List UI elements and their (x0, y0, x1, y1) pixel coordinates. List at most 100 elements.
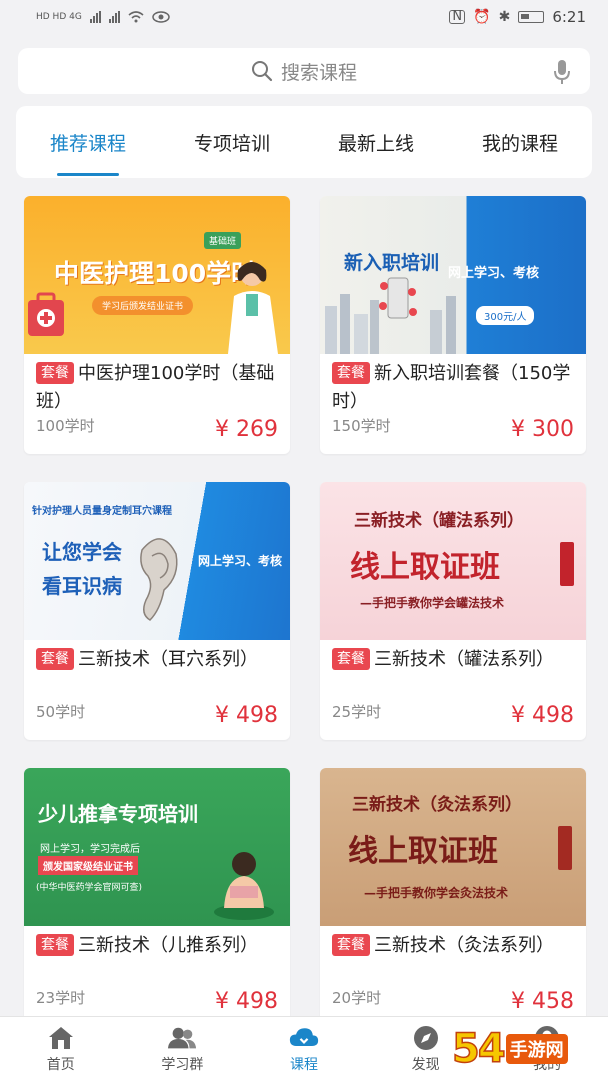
first-aid-kit-icon (28, 292, 64, 336)
search-icon (251, 61, 273, 82)
thumb-sub: 网上学习、考核 (198, 554, 283, 568)
course-title: 套餐 三新技术（儿推系列） (24, 926, 290, 986)
watermark-number: 54 (451, 1025, 506, 1073)
thumb-line-2: 线上取证班 (350, 550, 500, 585)
thumb-price-tag: 300元/人 (476, 306, 535, 325)
eye-icon (152, 11, 170, 23)
course-price: ¥ 498 (215, 703, 278, 728)
course-thumbnail: 基础班 中医护理100学时 学习后颁发结业证书 (24, 196, 290, 354)
course-title: 套餐 新入职培训套餐（150学时） (320, 354, 586, 414)
nav-study-group-label: 学习群 (161, 1056, 204, 1073)
bluetooth-icon: ✱ (498, 9, 511, 25)
course-grid: 基础班 中医护理100学时 学习后颁发结业证书 套餐 中医护理100学时（基础班）… (24, 196, 586, 1026)
signal-icon-2 (108, 11, 120, 23)
course-price: ¥ 458 (511, 989, 574, 1014)
tab-special-training[interactable]: 专项培训 (190, 123, 274, 162)
package-badge: 套餐 (332, 934, 370, 956)
course-thumbnail: 三新技术（罐法系列） 线上取证班 —手把手教你学会罐法技术 (320, 482, 586, 640)
thumb-tag: 基础班 (204, 232, 242, 249)
thumb-top: 针对护理人员量身定制耳穴课程 (32, 506, 172, 517)
thumb-line-1: 三新技术（灸法系列） (352, 795, 522, 815)
nfc-icon: N (449, 10, 466, 24)
wifi-icon (128, 11, 144, 23)
course-thumbnail: 新入职培训 网上学习、考核 300元/人 (320, 196, 586, 354)
course-card[interactable]: 针对护理人员量身定制耳穴课程 让您学会 看耳识病 网上学习、考核 套餐 三新技术（… (24, 482, 290, 740)
thumb-line-1: 让您学会 (42, 540, 122, 564)
thumb-sub-2: 颁发国家级结业证书 (38, 856, 138, 875)
course-hours: 20学时 (332, 989, 382, 1007)
thumb-sub-1: 网上学习，学习完成后 (40, 844, 140, 855)
status-right: N ⏰ ✱ 6:21 (449, 8, 586, 26)
watermark-text: 手游网 (505, 1034, 568, 1064)
course-hours: 150学时 (332, 417, 391, 435)
course-thumbnail: 少儿推拿专项培训 网上学习，学习完成后 颁发国家级结业证书 (中华中医药学会官网… (24, 768, 290, 926)
alarm-icon: ⏰ (473, 9, 491, 25)
thumb-line-2: 线上取证班 (348, 834, 498, 869)
course-hours: 25学时 (332, 703, 382, 721)
package-badge: 套餐 (36, 648, 74, 670)
network-label: HD HD 4G (36, 12, 82, 22)
course-title: 套餐 三新技术（灸法系列） (320, 926, 586, 986)
nurse-illustration (228, 262, 278, 354)
package-badge: 套餐 (332, 362, 370, 384)
child-massage-illustration (214, 852, 274, 920)
thumb-sub: 网上学习、考核 (448, 266, 540, 281)
search-field[interactable]: 搜索课程 (251, 58, 357, 85)
nav-home[interactable]: 首页 (0, 1017, 122, 1080)
nav-home-label: 首页 (46, 1056, 75, 1073)
course-card[interactable]: 新入职培训 网上学习、考核 300元/人 套餐 新入职培训套餐（150学时） 15… (320, 196, 586, 454)
thumb-line-1: 三新技术（罐法系列） (354, 511, 524, 531)
thumb-sub: 学习后颁发结业证书 (92, 296, 194, 315)
red-seal-mark (558, 826, 572, 870)
thumb-line-3: —手把手教你学会灸法技术 (364, 886, 509, 900)
battery-icon (518, 11, 545, 23)
course-card[interactable]: 少儿推拿专项培训 网上学习，学习完成后 颁发国家级结业证书 (中华中医药学会官网… (24, 768, 290, 1026)
course-title-text: 三新技术（儿推系列） (78, 935, 258, 956)
course-thumbnail: 三新技术（灸法系列） 线上取证班 —手把手教你学会灸法技术 (320, 768, 586, 926)
status-left: HD HD 4G (36, 11, 170, 23)
category-tabs: 推荐课程 专项培训 最新上线 我的课程 (16, 106, 592, 178)
course-price: ¥ 269 (215, 417, 278, 442)
search-bar[interactable]: 搜索课程 (18, 48, 590, 94)
course-title: 套餐 中医护理100学时（基础班） (24, 354, 290, 414)
package-badge: 套餐 (36, 362, 74, 384)
search-placeholder: 搜索课程 (280, 61, 357, 84)
compass-icon (411, 1024, 441, 1052)
package-badge: 套餐 (332, 648, 370, 670)
red-seal-mark (560, 542, 574, 586)
microphone-icon[interactable] (552, 58, 572, 86)
thumb-sub-3: (中华中医药学会官网可查) (36, 883, 143, 893)
course-title-text: 三新技术（罐法系列） (374, 649, 554, 670)
status-bar: HD HD 4G N ⏰ ✱ 6:21 (0, 0, 608, 34)
phone-illustration (379, 277, 417, 319)
course-card[interactable]: 三新技术（罐法系列） 线上取证班 —手把手教你学会罐法技术 套餐 三新技术（罐法系… (320, 482, 586, 740)
ear-illustration (140, 538, 178, 621)
course-title-text: 三新技术（耳穴系列） (78, 649, 258, 670)
nav-courses[interactable]: 课程 (243, 1017, 365, 1080)
course-title-text: 三新技术（灸法系列） (374, 935, 554, 956)
tab-my-courses[interactable]: 我的课程 (478, 123, 562, 162)
course-hours: 50学时 (36, 703, 86, 721)
tab-latest[interactable]: 最新上线 (334, 123, 418, 162)
package-badge: 套餐 (36, 934, 74, 956)
thumb-headline: 少儿推拿专项培训 (38, 802, 198, 826)
course-card[interactable]: 三新技术（灸法系列） 线上取证班 —手把手教你学会灸法技术 套餐 三新技术（灸法系… (320, 768, 586, 1026)
thumb-headline: 新入职培训 (344, 252, 440, 274)
tab-recommended[interactable]: 推荐课程 (46, 123, 130, 162)
course-card[interactable]: 基础班 中医护理100学时 学习后颁发结业证书 套餐 中医护理100学时（基础班）… (24, 196, 290, 454)
nav-study-group[interactable]: 学习群 (122, 1017, 244, 1080)
course-hours: 23学时 (36, 989, 86, 1007)
course-title: 套餐 三新技术（罐法系列） (320, 640, 586, 700)
course-thumbnail: 针对护理人员量身定制耳穴课程 让您学会 看耳识病 网上学习、考核 (24, 482, 290, 640)
signal-icon (89, 11, 101, 23)
thumb-line-2: 看耳识病 (42, 574, 122, 598)
nav-courses-label: 课程 (289, 1056, 318, 1073)
thumb-line-3: —手把手教你学会罐法技术 (360, 596, 505, 610)
course-price: ¥ 300 (511, 417, 574, 442)
home-icon (46, 1024, 76, 1052)
cloud-icon (289, 1024, 319, 1052)
course-price: ¥ 498 (215, 989, 278, 1014)
clock: 6:21 (552, 8, 586, 26)
course-price: ¥ 498 (511, 703, 574, 728)
nav-discover-label: 发现 (411, 1056, 440, 1073)
